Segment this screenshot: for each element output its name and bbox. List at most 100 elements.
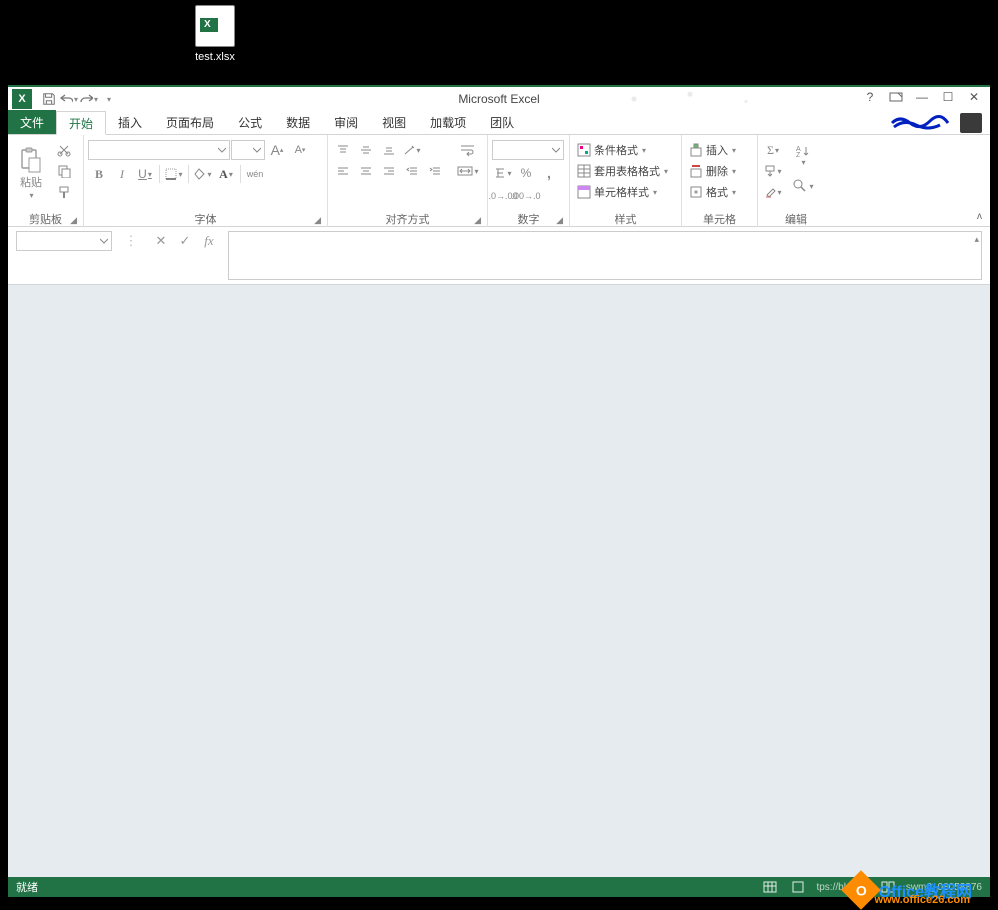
insert-cells-button[interactable]: 插入▾ [686,140,754,160]
tab-file[interactable]: 文件 [8,110,56,134]
ribbon-tabs: 文件 开始 插入 页面布局 公式 数据 审阅 视图 加载项 团队 [8,111,990,135]
align-middle-button[interactable] [355,140,377,160]
group-clipboard: 粘贴▾ 剪贴板◢ [8,135,84,227]
comma-button[interactable]: , [538,163,560,183]
cut-button[interactable] [53,140,75,160]
user-name-redacted [890,113,950,131]
name-box-expand-button[interactable]: ⋮ [120,231,142,251]
group-alignment: ▾ ▾ 对齐方式◢ [328,135,488,227]
align-center-button[interactable] [355,161,377,181]
save-button[interactable] [40,90,58,108]
group-styles: 条件格式▾ 套用表格格式▾ 单元格样式▾ 样式 [570,135,682,227]
page-layout-view-button[interactable] [788,879,808,895]
name-box[interactable] [16,231,112,251]
file-name-label: test.xlsx [180,51,250,63]
user-avatar[interactable] [960,113,982,133]
font-launcher[interactable]: ◢ [314,215,321,226]
worksheet-area[interactable] [8,285,990,877]
clipboard-launcher[interactable]: ◢ [70,215,77,226]
ribbon-display-options-button[interactable] [884,87,908,107]
desktop: test.xlsx [0,0,998,85]
underline-button[interactable]: U▾ [134,164,156,184]
number-format-select[interactable] [492,140,564,160]
formula-bar: ⋮ ✕ ✓ fx ▴ [8,227,990,285]
delete-cells-button[interactable]: 删除▾ [686,161,754,181]
collapse-ribbon-button[interactable]: ʌ [977,211,982,222]
title-decoration [550,87,830,111]
fill-button[interactable]: ▾ [762,161,784,181]
format-painter-button[interactable] [53,182,75,202]
copy-button[interactable] [53,161,75,181]
group-cells: 插入▾ 删除▾ 格式▾ 单元格 [682,135,758,227]
maximize-button[interactable]: ☐ [936,87,960,107]
clear-button[interactable]: ▾ [762,182,784,202]
app-menu-icon[interactable]: X [12,89,32,109]
help-button[interactable]: ? [858,87,882,107]
excel-window: X ▾ ▾ ▾ Microsoft Excel ? — ☐ ✕ 文件 开始 插入… [8,85,990,897]
tab-home[interactable]: 开始 [56,111,106,135]
align-top-button[interactable] [332,140,354,160]
increase-indent-button[interactable] [424,161,446,181]
border-button[interactable]: ▾ [163,164,185,184]
formula-collapse-icon[interactable]: ▴ [974,234,979,245]
group-font: A▴ A▾ B I U▾ ▾ ▾ A▾ wén 字体◢ [84,135,328,227]
orientation-button[interactable]: ▾ [401,140,423,160]
tab-formulas[interactable]: 公式 [226,110,274,134]
tab-page-layout[interactable]: 页面布局 [154,110,226,134]
undo-button[interactable]: ▾ [60,90,78,108]
close-button[interactable]: ✕ [962,87,986,107]
alignment-launcher[interactable]: ◢ [474,215,481,226]
tab-team[interactable]: 团队 [478,110,526,134]
align-bottom-button[interactable] [378,140,400,160]
tab-review[interactable]: 审阅 [322,110,370,134]
status-text: 就绪 [16,879,38,895]
ribbon: 粘贴▾ 剪贴板◢ A▴ A▾ B [8,135,990,227]
cell-styles-button[interactable]: 单元格样式▾ [574,182,678,202]
desktop-file-test-xlsx[interactable]: test.xlsx [180,5,250,63]
phonetic-guide-button[interactable]: wén [244,164,266,184]
redo-button[interactable]: ▾ [80,90,98,108]
paste-button[interactable]: 粘贴▾ [12,140,50,206]
formula-input[interactable]: ▴ [228,231,982,280]
bold-button[interactable]: B [88,164,110,184]
align-left-button[interactable] [332,161,354,181]
minimize-button[interactable]: — [910,87,934,107]
format-cells-button[interactable]: 格式▾ [686,182,754,202]
tab-addins[interactable]: 加载项 [418,110,478,134]
autosum-button[interactable]: Σ▾ [762,140,784,160]
watermark: O Office教程网 www.office26.com [847,876,972,904]
find-select-button[interactable]: ▾ [790,171,816,201]
font-color-button[interactable]: A▾ [215,164,237,184]
tab-view[interactable]: 视图 [370,110,418,134]
enter-formula-button[interactable]: ✓ [174,231,196,251]
wrap-text-button[interactable] [453,140,483,160]
conditional-formatting-button[interactable]: 条件格式▾ [574,140,678,160]
excel-file-icon [195,5,235,47]
normal-view-button[interactable] [760,879,780,895]
number-launcher[interactable]: ◢ [556,215,563,226]
font-size-input[interactable] [231,140,265,160]
group-number: ▾ % , .0→.00 .00→.0 数字◢ [488,135,570,227]
insert-function-button[interactable]: fx [198,231,220,251]
accounting-format-button[interactable]: ▾ [492,163,514,183]
grow-font-button[interactable]: A▴ [266,140,288,160]
group-editing: Σ▾ ▾ ▾ AZ▾ ▾ 编辑 [758,135,834,227]
decrease-indent-button[interactable] [401,161,423,181]
window-title: Microsoft Excel [8,92,990,106]
fill-color-button[interactable]: ▾ [192,164,214,184]
format-as-table-button[interactable]: 套用表格格式▾ [574,161,678,181]
decrease-decimal-button[interactable]: .00→.0 [515,186,537,206]
tab-insert[interactable]: 插入 [106,110,154,134]
watermark-url: www.office26.com [874,894,970,906]
italic-button[interactable]: I [111,164,133,184]
merge-center-button[interactable]: ▾ [453,161,483,181]
align-right-button[interactable] [378,161,400,181]
qat-customize-button[interactable]: ▾ [100,90,118,108]
percent-button[interactable]: % [515,163,537,183]
cancel-formula-button[interactable]: ✕ [150,231,172,251]
sort-filter-button[interactable]: AZ▾ [790,140,816,170]
shrink-font-button[interactable]: A▾ [289,140,311,160]
title-bar: X ▾ ▾ ▾ Microsoft Excel ? — ☐ ✕ [8,87,990,111]
font-name-input[interactable] [88,140,230,160]
tab-data[interactable]: 数据 [274,110,322,134]
